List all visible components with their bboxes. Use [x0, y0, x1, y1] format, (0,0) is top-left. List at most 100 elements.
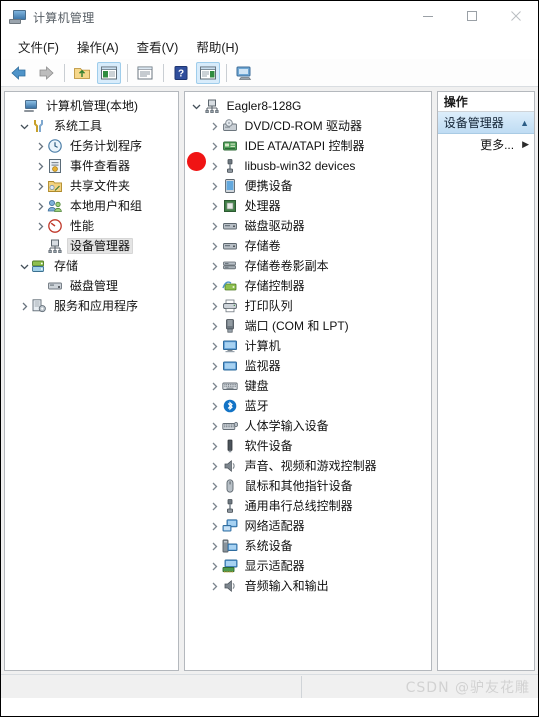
device-node-network-adapters[interactable]: 网络适配器	[185, 516, 431, 536]
chevron-right-icon[interactable]	[208, 559, 222, 573]
device-node-storage-controllers[interactable]: 存储控制器	[185, 276, 431, 296]
chevron-right-icon[interactable]	[208, 459, 222, 473]
chevron-right-icon[interactable]	[208, 339, 222, 353]
chevron-right-icon[interactable]	[208, 439, 222, 453]
chevron-right-icon[interactable]	[33, 199, 47, 213]
chevron-right-icon[interactable]	[208, 419, 222, 433]
device-node-ide[interactable]: IDE ATA/ATAPI 控制器	[185, 136, 431, 156]
device-node-computer[interactable]: 计算机	[185, 336, 431, 356]
chevron-right-icon[interactable]	[33, 179, 47, 193]
properties-icon[interactable]	[133, 62, 157, 84]
device-node-dvd[interactable]: DVD/CD-ROM 驱动器	[185, 116, 431, 136]
chevron-right-icon[interactable]	[33, 219, 47, 233]
sidebar-item-event-viewer[interactable]: 事件查看器	[5, 156, 178, 176]
sidebar-item-disk-management[interactable]: 磁盘管理	[5, 276, 178, 296]
actions-pane[interactable]: 操作 设备管理器 ▲ 更多... ▶	[436, 91, 535, 671]
chevron-up-icon[interactable]: ▲	[520, 118, 529, 128]
sidebar-item-local-users-groups[interactable]: 本地用户和组	[5, 196, 178, 216]
minimize-button[interactable]	[406, 1, 450, 31]
back-icon[interactable]	[7, 62, 31, 84]
chevron-right-icon[interactable]	[208, 299, 222, 313]
sidebar-item-device-manager[interactable]: 设备管理器	[5, 236, 178, 256]
device-node-ports[interactable]: 端口 (COM 和 LPT)	[185, 316, 431, 336]
human-interface-device-icon	[222, 418, 238, 434]
chevron-down-icon[interactable]	[17, 119, 31, 133]
chevron-right-icon[interactable]	[208, 379, 222, 393]
chevron-right-icon[interactable]	[208, 199, 222, 213]
actions-group-label: 设备管理器	[443, 116, 504, 130]
device-node-label: 计算机	[244, 339, 281, 353]
device-node-software-devices[interactable]: 软件设备	[185, 436, 431, 456]
device-node-portable-devices[interactable]: 便携设备	[185, 176, 431, 196]
chevron-right-icon[interactable]	[208, 519, 222, 533]
device-node-audio-inputs-outputs[interactable]: 音频输入和输出	[185, 576, 431, 596]
up-folder-icon[interactable]	[70, 62, 94, 84]
forward-icon[interactable]	[34, 62, 58, 84]
sidebar-item-task-scheduler[interactable]: 任务计划程序	[5, 136, 178, 156]
storage-volume-icon	[222, 238, 238, 254]
device-node-processors[interactable]: 处理器	[185, 196, 431, 216]
device-node-mice-pointing-devices[interactable]: 鼠标和其他指针设备	[185, 476, 431, 496]
device-node-sound-video-game-controllers[interactable]: 声音、视频和游戏控制器	[185, 456, 431, 476]
help-icon[interactable]: ?	[169, 62, 193, 84]
chevron-right-icon[interactable]	[208, 359, 222, 373]
print-queue-icon	[222, 298, 238, 314]
dvd-drive-icon	[222, 118, 238, 134]
menu-action[interactable]: 操作(A)	[68, 34, 128, 59]
device-node-libusb-win32-devices[interactable]: libusb-win32 devices	[185, 156, 431, 176]
chevron-right-icon[interactable]	[208, 119, 222, 133]
chevron-right-icon[interactable]	[208, 279, 222, 293]
chevron-right-icon[interactable]: ▶	[522, 139, 529, 150]
device-node-label: 显示适配器	[244, 559, 305, 573]
device-node-label: 键盘	[244, 379, 269, 393]
chevron-right-icon[interactable]	[208, 139, 222, 153]
console-tree-pane[interactable]: 计算机管理(本地) 系统工具 任务计划程序 事件查看器 共享文件夹 本地用户和组…	[4, 91, 179, 671]
device-node-root[interactable]: Eagler8-128G	[185, 96, 431, 116]
device-node-bluetooth[interactable]: 蓝牙	[185, 396, 431, 416]
chevron-right-icon[interactable]	[208, 539, 222, 553]
show-hide-console-tree-icon[interactable]	[97, 61, 121, 84]
chevron-right-icon[interactable]	[17, 299, 31, 313]
device-node-label: 监视器	[244, 359, 281, 373]
sidebar-item-performance[interactable]: 性能	[5, 216, 178, 236]
device-node-disk-drives[interactable]: 磁盘驱动器	[185, 216, 431, 236]
maximize-button[interactable]	[450, 1, 494, 31]
scan-hardware-changes-icon[interactable]	[232, 62, 256, 84]
sidebar-item-services-applications[interactable]: 服务和应用程序	[5, 296, 178, 316]
chevron-right-icon[interactable]	[208, 179, 222, 193]
chevron-right-icon[interactable]	[208, 319, 222, 333]
close-button[interactable]	[494, 1, 538, 31]
show-hide-action-pane-icon[interactable]	[196, 61, 220, 84]
device-tree-pane[interactable]: Eagler8-128G DVD/CD-ROM 驱动器 IDE ATA/ATAP…	[183, 91, 432, 671]
device-node-print-queues[interactable]: 打印队列	[185, 296, 431, 316]
chevron-right-icon[interactable]	[33, 159, 47, 173]
device-node-display-adapters[interactable]: 显示适配器	[185, 556, 431, 576]
sidebar-item-shared-folders[interactable]: 共享文件夹	[5, 176, 178, 196]
chevron-down-icon[interactable]	[17, 259, 31, 273]
device-node-system-devices[interactable]: 系统设备	[185, 536, 431, 556]
sidebar-item-system-tools[interactable]: 系统工具	[5, 116, 178, 136]
tree-root-computer-management[interactable]: 计算机管理(本地)	[5, 96, 178, 116]
chevron-right-icon[interactable]	[208, 499, 222, 513]
chevron-right-icon[interactable]	[208, 579, 222, 593]
device-node-keyboards[interactable]: 键盘	[185, 376, 431, 396]
menu-file[interactable]: 文件(F)	[9, 34, 68, 59]
chevron-right-icon[interactable]	[208, 259, 222, 273]
chevron-right-icon[interactable]	[208, 219, 222, 233]
actions-group-device-manager[interactable]: 设备管理器 ▲	[437, 112, 534, 134]
actions-item-more[interactable]: 更多... ▶	[438, 134, 534, 154]
menu-help[interactable]: 帮助(H)	[187, 34, 247, 59]
chevron-down-icon[interactable]	[190, 99, 204, 113]
device-node-human-interface-devices[interactable]: 人体学输入设备	[185, 416, 431, 436]
chevron-right-icon[interactable]	[208, 479, 222, 493]
device-node-monitors[interactable]: 监视器	[185, 356, 431, 376]
chevron-right-icon[interactable]	[33, 139, 47, 153]
chevron-right-icon[interactable]	[208, 399, 222, 413]
menu-view[interactable]: 查看(V)	[128, 34, 188, 59]
chevron-right-icon[interactable]	[208, 159, 222, 173]
chevron-right-icon[interactable]	[208, 239, 222, 253]
sidebar-item-storage[interactable]: 存储	[5, 256, 178, 276]
device-node-usb-controllers[interactable]: 通用串行总线控制器	[185, 496, 431, 516]
device-node-storage-volumes[interactable]: 存储卷	[185, 236, 431, 256]
device-node-volume-shadow-copies[interactable]: 存储卷卷影副本	[185, 256, 431, 276]
